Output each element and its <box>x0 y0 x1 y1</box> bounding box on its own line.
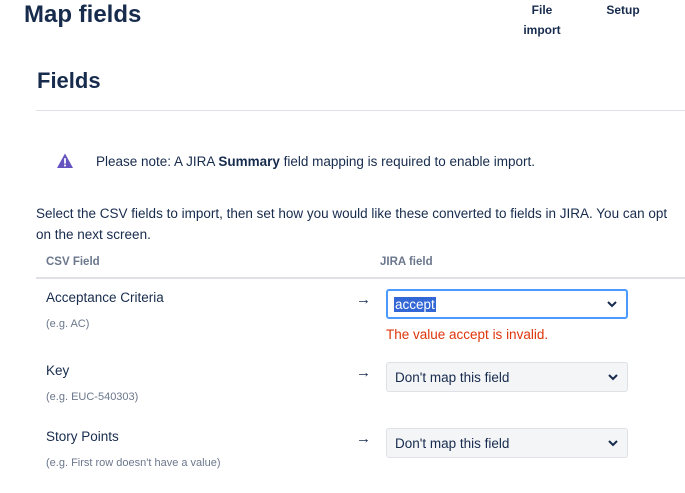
note-suffix: field mapping is required to enable impo… <box>279 153 536 169</box>
note-text: Please note: A JIRA Summary field mappin… <box>96 154 535 169</box>
select-value: accept <box>394 296 598 312</box>
nav-file-import[interactable]: File import <box>516 0 568 40</box>
jira-field-select-key[interactable]: Don't map this field <box>386 362 628 392</box>
validation-error: The value accept is invalid. <box>386 327 549 342</box>
selected-text-highlight: accept <box>394 296 436 312</box>
row-name-key: Key <box>46 363 70 378</box>
note-bold: Summary <box>218 153 280 169</box>
nav-file-import-label-line2: import <box>523 23 561 37</box>
row-example-story-points: (e.g. First row doesn't have a value) <box>46 457 221 469</box>
row-name-acceptance-criteria: Acceptance Criteria <box>46 290 164 305</box>
info-note: Please note: A JIRA Summary field mappin… <box>56 152 535 170</box>
chevron-down-icon <box>599 373 627 381</box>
intro-text: Select the CSV fields to import, then se… <box>36 203 685 245</box>
arrow-right-icon: → <box>356 291 371 308</box>
column-header-csv: CSV Field <box>46 256 100 268</box>
jira-field-select-acceptance-criteria[interactable]: accept <box>386 289 628 319</box>
select-value: Don't map this field <box>395 369 510 385</box>
note-prefix: Please note: A JIRA <box>96 153 219 169</box>
arrow-right-icon: → <box>356 364 371 381</box>
nav-file-import-label-line1: File <box>531 3 553 17</box>
nav-setup-label: Setup <box>606 3 640 17</box>
intro-line-1: Select the CSV fields to import, then se… <box>36 206 668 221</box>
arrow-right-icon: → <box>356 430 371 447</box>
intro-line-2: on the next screen. <box>36 227 151 242</box>
nav-setup[interactable]: Setup <box>598 0 648 20</box>
row-example-key: (e.g. EUC-540303) <box>46 391 139 403</box>
row-name-story-points: Story Points <box>46 429 119 444</box>
select-value: Don't map this field <box>395 435 510 451</box>
section-divider <box>36 110 685 111</box>
warning-triangle-icon <box>57 153 73 168</box>
page-title: Map fields <box>24 1 142 28</box>
column-header-jira: JIRA field <box>380 256 433 268</box>
jira-field-select-story-points[interactable]: Don't map this field <box>386 428 628 458</box>
row-example-acceptance-criteria: (e.g. AC) <box>46 318 90 330</box>
chevron-down-icon <box>598 300 626 308</box>
chevron-down-icon <box>599 439 627 447</box>
section-title: Fields <box>37 68 101 93</box>
header-rule <box>36 277 685 279</box>
